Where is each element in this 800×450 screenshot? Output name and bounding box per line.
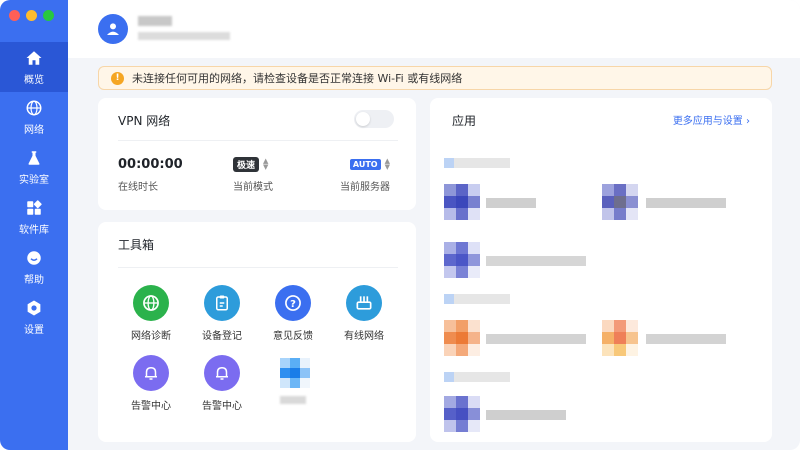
more-apps-link[interactable]: 更多应用与设置 › — [673, 112, 750, 127]
app-window: 概览 网络 实验室 软件库 帮助 设置 ! 未连接任何可用的网络，请检查设备是否… — [0, 0, 800, 450]
app-redacted-2 — [602, 184, 726, 220]
window-controls — [9, 10, 54, 21]
server-stat[interactable]: AUTO ▲ ▼ 当前服务器 — [340, 156, 390, 194]
tool-label-redacted — [280, 396, 306, 404]
server-label: 当前服务器 — [340, 182, 390, 193]
vpn-title: VPN 网络 — [118, 114, 171, 128]
clipboard-icon — [204, 285, 240, 321]
app-redacted-4 — [444, 320, 586, 356]
divider — [118, 267, 398, 268]
apps-grid-icon — [27, 199, 42, 215]
tool-label: 告警中心 — [202, 401, 242, 412]
tool-redacted[interactable] — [280, 358, 310, 388]
server-badge: AUTO — [349, 158, 381, 170]
router-icon — [346, 285, 382, 321]
svg-text:?: ? — [290, 299, 296, 310]
vpn-card: VPN 网络 00:00:00 在线时长 极速 ▲ ▼ 当前模式 AUTO ▲ ▼ … — [98, 98, 416, 210]
globe-icon — [133, 285, 169, 321]
app-redacted-5 — [602, 320, 726, 356]
sidebar-item-network[interactable]: 网络 — [0, 92, 68, 142]
apps-redacted-grid — [444, 158, 726, 432]
mode-label: 当前模式 — [233, 182, 273, 193]
tool-label: 网络诊断 — [131, 331, 171, 342]
tool-feedback[interactable]: ? 意见反馈 — [257, 285, 329, 342]
vpn-toggle[interactable] — [354, 110, 394, 128]
apps-title: 应用 — [452, 114, 477, 128]
username-redacted — [138, 16, 172, 26]
tool-alert-center-2[interactable]: 告警中心 — [186, 355, 258, 412]
tool-label: 有线网络 — [344, 331, 384, 342]
minimize-window-button[interactable] — [26, 10, 37, 21]
divider — [118, 140, 398, 141]
online-time-label: 在线时长 — [118, 182, 158, 193]
network-warning-banner: ! 未连接任何可用的网络，请检查设备是否正常连接 Wi-Fi 或有线网络 — [98, 66, 772, 90]
tool-label: 设备登记 — [202, 331, 242, 342]
user-header — [68, 0, 800, 58]
sidebar-item-lab[interactable]: 实验室 — [0, 142, 68, 192]
tool-alert-center[interactable]: 告警中心 — [115, 355, 187, 412]
tool-label: 告警中心 — [131, 401, 171, 412]
sidebar-nav: 概览 网络 实验室 软件库 帮助 设置 — [0, 42, 68, 342]
warning-text: 未连接任何可用的网络，请检查设备是否正常连接 Wi-Fi 或有线网络 — [132, 72, 463, 85]
online-time-value: 00:00:00 — [118, 156, 183, 172]
tool-network-diagnosis[interactable]: 网络诊断 — [115, 285, 187, 342]
user-info-redacted — [138, 32, 230, 40]
updown-icon: ▲ ▼ — [384, 157, 390, 171]
sidebar-item-label: 网络 — [24, 124, 44, 136]
sidebar-item-label: 实验室 — [19, 174, 49, 186]
tool-device-registration[interactable]: 设备登记 — [186, 285, 258, 342]
sidebar-item-label: 设置 — [24, 324, 44, 336]
app-redacted-3 — [444, 242, 586, 278]
mode-badge: 极速 — [233, 156, 260, 172]
sidebar-item-label: 帮助 — [24, 274, 44, 286]
warning-icon: ! — [111, 71, 124, 85]
sidebar: 概览 网络 实验室 软件库 帮助 设置 — [0, 0, 68, 450]
pixelated-icon — [280, 358, 310, 388]
maximize-window-button[interactable] — [43, 10, 54, 21]
toolbox-card: 工具箱 网络诊断 设备登记 ? 意见反馈 有线网络 告警中心 告警中心 — [98, 222, 416, 442]
bell-icon — [204, 355, 240, 391]
avatar[interactable] — [98, 14, 128, 44]
apps-card: 应用 更多应用与设置 › — [430, 98, 772, 442]
flask-icon — [28, 150, 40, 165]
updown-icon: ▲ ▼ — [263, 157, 269, 171]
online-time-stat: 00:00:00 在线时长 — [118, 156, 183, 194]
sidebar-item-software[interactable]: 软件库 — [0, 192, 68, 242]
help-icon — [27, 250, 41, 265]
sidebar-item-settings[interactable]: 设置 — [0, 292, 68, 342]
sidebar-item-label: 概览 — [24, 74, 44, 86]
bell-icon — [133, 355, 169, 391]
sidebar-item-help[interactable]: 帮助 — [0, 242, 68, 292]
toggle-knob — [356, 112, 370, 126]
toolbox-title: 工具箱 — [118, 238, 155, 252]
app-redacted-1 — [444, 184, 536, 220]
home-icon — [26, 50, 42, 65]
user-icon — [107, 23, 119, 35]
close-window-button[interactable] — [9, 10, 20, 21]
gear-icon — [27, 300, 41, 315]
sidebar-item-overview[interactable]: 概览 — [0, 42, 68, 92]
tool-wired-network[interactable]: 有线网络 — [328, 285, 400, 342]
main-content: ! 未连接任何可用的网络，请检查设备是否正常连接 Wi-Fi 或有线网络 VPN… — [68, 0, 800, 450]
mode-stat[interactable]: 极速 ▲ ▼ 当前模式 — [233, 156, 273, 193]
globe-icon — [26, 100, 42, 115]
sidebar-item-label: 软件库 — [19, 224, 49, 236]
tool-label: 意见反馈 — [273, 331, 313, 342]
question-icon: ? — [275, 285, 311, 321]
app-redacted-6 — [444, 396, 566, 432]
